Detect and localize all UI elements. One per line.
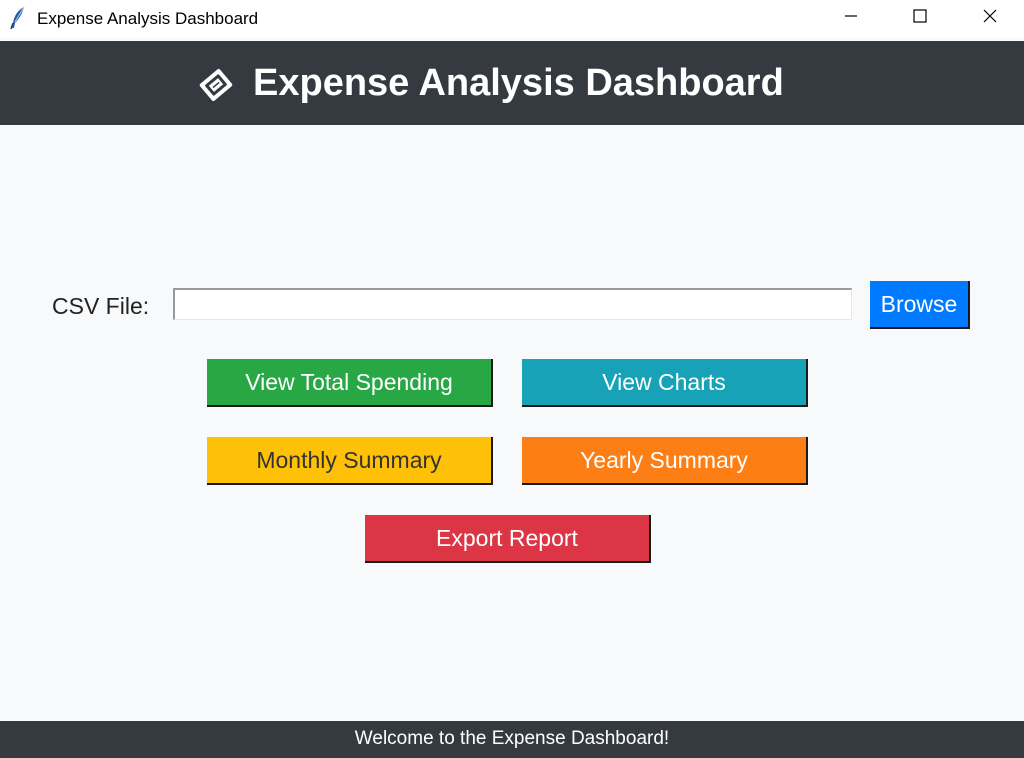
app-window: Expense Analysis Dashboard Expense Analy… (0, 0, 1024, 758)
close-icon (982, 8, 998, 29)
status-message: Welcome to the Expense Dashboard! (354, 728, 670, 749)
csv-file-label: CSV File: (52, 293, 150, 319)
maximize-icon (912, 8, 928, 29)
maximize-button[interactable] (897, 0, 943, 36)
header-banner: Expense Analysis Dashboard (0, 41, 1024, 125)
monthly-summary-button[interactable]: Monthly Summary (207, 437, 493, 485)
close-button[interactable] (967, 0, 1013, 36)
receipt-tag-icon (196, 65, 236, 105)
status-bar: Welcome to the Expense Dashboard! (0, 721, 1024, 758)
view-total-spending-button[interactable]: View Total Spending (207, 359, 493, 407)
title-bar: Expense Analysis Dashboard (0, 0, 1024, 38)
feather-icon (9, 6, 27, 30)
view-charts-button[interactable]: View Charts (522, 359, 808, 407)
page-title: Expense Analysis Dashboard (253, 62, 784, 104)
yearly-summary-button[interactable]: Yearly Summary (522, 437, 808, 485)
minimize-icon (843, 8, 859, 29)
browse-button[interactable]: Browse (870, 281, 970, 329)
export-report-button[interactable]: Export Report (365, 515, 651, 563)
window-title: Expense Analysis Dashboard (37, 9, 259, 28)
minimize-button[interactable] (828, 0, 874, 36)
csv-file-input[interactable] (173, 288, 852, 320)
